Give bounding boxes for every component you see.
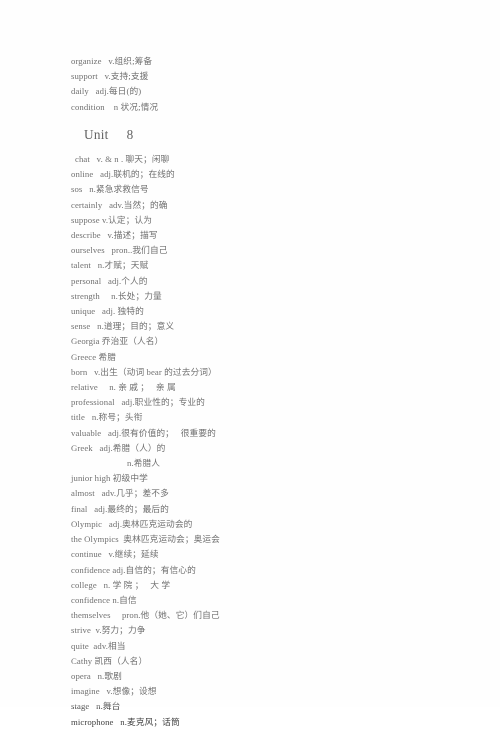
vocab-entry: describe v.描述；描写: [71, 230, 158, 241]
vocab-entry: final adj.最终的；最后的: [71, 503, 169, 514]
unit-heading: Unit 8: [84, 126, 134, 142]
vocab-entry-continuation: n.希腊人: [127, 458, 161, 469]
heading-spacer-bottom: [71, 142, 471, 152]
vocab-entry: suppose v.认定；认为: [71, 214, 153, 225]
unit-vocabulary-entries: chat v. & n . 聊天；闲聊 online adj.联机的；在线的 sos…: [71, 152, 471, 730]
vocab-entry: certainly adv.当然；的确: [71, 199, 168, 210]
vocab-entry: daily adj.每日(的): [71, 86, 142, 97]
document-page: organize v.组织;筹备 support v.支持;支援 daily a…: [0, 0, 500, 727]
intro-entries: organize v.组织;筹备 support v.支持;支援 daily a…: [71, 54, 471, 115]
heading-spacer-top: [71, 115, 471, 127]
vocab-entry: Greece 希腊: [71, 351, 117, 362]
vocab-entry: Cathy 凯西（人名）: [71, 655, 148, 666]
vocab-entry: Olympic adj.奥林匹克运动会的: [71, 518, 193, 529]
vocab-entry: quite adv.相当: [71, 640, 126, 651]
vocab-entry: almost adv.几乎；差不多: [71, 488, 169, 499]
vocab-entry: themselves pron.他（她、它）们自己: [71, 610, 220, 621]
vocab-entry: valuable adj.很有价值的； 很重要的: [71, 427, 216, 438]
vocab-entry: sense n.道理；目的；意义: [71, 321, 175, 332]
vocab-entry: confidence n.自信: [71, 594, 137, 605]
vocabulary-list: organize v.组织;筹备 support v.支持;支援 daily a…: [71, 54, 471, 730]
vocab-entry: the Olympics 奥林匹克运动会；奥运会: [71, 534, 220, 545]
vocab-entry: personal adj.个人的: [71, 275, 148, 286]
vocab-entry: online adj.联机的；在线的: [71, 169, 175, 180]
vocab-entry: relative n. 亲 戚 ； 亲 属: [71, 382, 176, 393]
vocab-entry: sos n.紧急求救信号: [71, 184, 149, 195]
vocab-entry: junior high 初级中学: [71, 473, 148, 484]
vocab-entry: imagine v.想像；设想: [71, 686, 157, 697]
vocab-entry: opera n.歌剧: [71, 670, 122, 681]
vocab-entry: title n.称号；头衔: [71, 412, 143, 423]
vocab-entry: born v.出生（动词 bear 的过去分词）: [71, 366, 217, 377]
vocab-entry: Greek adj.希腊（人）的: [71, 442, 166, 453]
vocab-entry: strive v.努力；力争: [71, 625, 146, 636]
vocab-entry: confidence adj.自信的；有信心的: [71, 564, 196, 575]
vocab-entry: professional adj.职业性的；专业的: [71, 397, 205, 408]
vocab-entry: ourselves pron..我们自己: [71, 245, 168, 256]
vocab-entry: condition n 状况;情况: [71, 101, 159, 112]
vocab-entry: organize v.组织;筹备: [71, 56, 153, 66]
vocab-entry: microphone n.麦克风；话筒: [71, 716, 180, 727]
vocab-entry: Georgia 乔治亚（人名）: [71, 336, 164, 347]
vocab-entry: support v.支持;支援: [71, 71, 149, 82]
vocab-entry: continue v.继续；延续: [71, 549, 159, 560]
vocab-entry: unique adj. 独特的: [71, 306, 144, 317]
vocab-entry: college n. 学 院 ； 大 学: [71, 579, 171, 590]
vocab-entry: chat v. & n . 聊天；闲聊: [75, 154, 170, 165]
vocab-entry: talent n.才赋；天赋: [71, 260, 149, 271]
vocab-entry: strength n.长处；力量: [71, 290, 162, 301]
